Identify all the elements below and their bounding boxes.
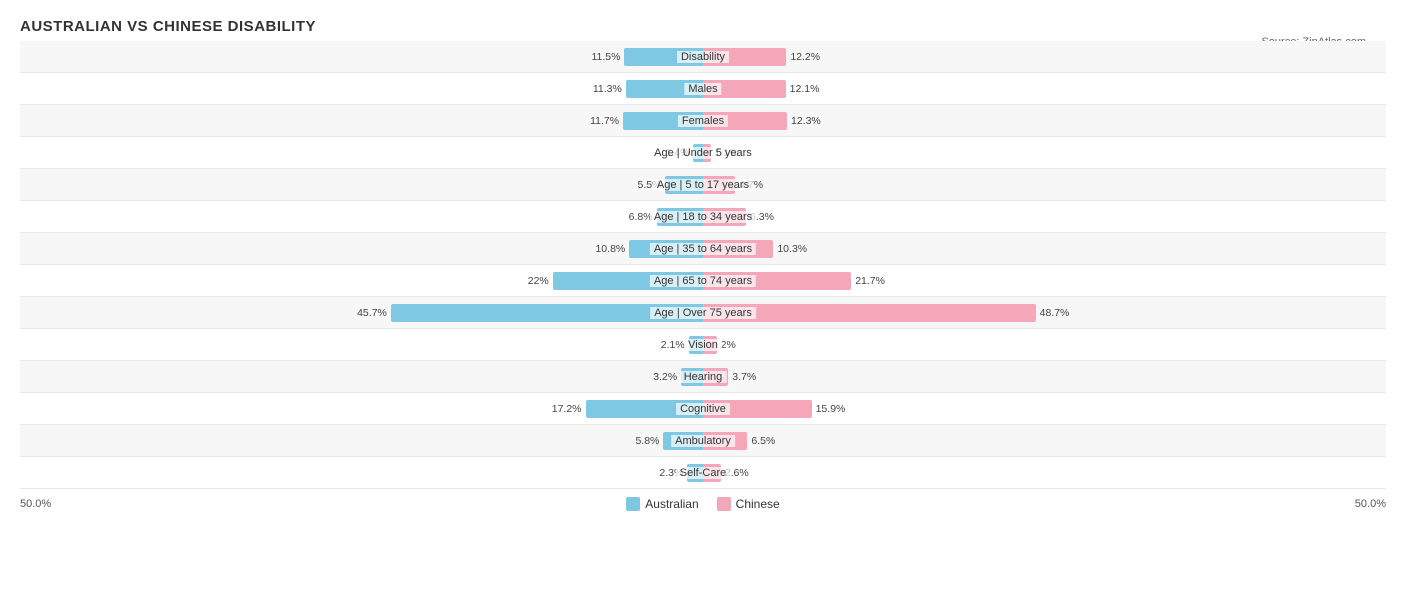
left-side: 11.7% [20, 105, 703, 136]
bar-row: 2.1% Vision 2% [20, 329, 1386, 361]
header-row: AUSTRALIAN VS CHINESE DISABILITY Source:… [20, 18, 1386, 35]
right-side: 2.6% [703, 457, 1386, 488]
bar-label: Self-Care [676, 467, 730, 479]
value-right: 10.3% [777, 243, 807, 255]
value-right: 15.9% [816, 403, 846, 415]
value-left: 17.2% [552, 403, 582, 415]
bar-label: Females [678, 115, 728, 127]
value-right: 2% [721, 339, 736, 351]
left-side: 5.8% [20, 425, 703, 456]
value-left: 45.7% [357, 307, 387, 319]
value-right: 21.7% [855, 275, 885, 287]
bar-label: Age | 65 to 74 years [650, 275, 756, 287]
bar-row: 6.8% Age | 18 to 34 years 6.3% [20, 201, 1386, 233]
bar-row: 11.3% Males 12.1% [20, 73, 1386, 105]
bar-row: 45.7% Age | Over 75 years 48.7% [20, 297, 1386, 329]
bar-label: Age | 5 to 17 years [653, 179, 753, 191]
left-side: 10.8% [20, 233, 703, 264]
value-right: 12.1% [790, 83, 820, 95]
chart-title: AUSTRALIAN VS CHINESE DISABILITY [20, 18, 1386, 35]
value-left: 11.3% [593, 83, 622, 95]
value-right: 3.7% [732, 371, 756, 383]
right-side: 10.3% [703, 233, 1386, 264]
bar-row: 22% Age | 65 to 74 years 21.7% [20, 265, 1386, 297]
value-left: 11.7% [590, 115, 619, 127]
bar-label: Hearing [680, 371, 727, 383]
right-side: 1.1% [703, 137, 1386, 168]
left-side: 22% [20, 265, 703, 296]
bar-label: Age | Over 75 years [650, 307, 756, 319]
bar-row: 10.8% Age | 35 to 64 years 10.3% [20, 233, 1386, 265]
value-right: 12.3% [791, 115, 821, 127]
bar-row: 11.5% Disability 12.2% [20, 41, 1386, 73]
bar-label: Vision [684, 339, 722, 351]
legend-box-chinese [717, 497, 731, 511]
left-side: 11.3% [20, 73, 703, 104]
left-side: 11.5% [20, 41, 703, 72]
left-side: 5.5% [20, 169, 703, 200]
footer-scale-left: 50.0% [20, 498, 51, 510]
right-side: 6.5% [703, 425, 1386, 456]
value-left: 22% [528, 275, 549, 287]
bar-row: 3.2% Hearing 3.7% [20, 361, 1386, 393]
bar-label: Age | Under 5 years [650, 147, 756, 159]
bar-row: 17.2% Cognitive 15.9% [20, 393, 1386, 425]
left-side: 17.2% [20, 393, 703, 424]
bar-label: Disability [677, 51, 729, 63]
left-side: 2.1% [20, 329, 703, 360]
left-side: 1.4% [20, 137, 703, 168]
bar-label: Age | 35 to 64 years [650, 243, 756, 255]
right-side: 3.7% [703, 361, 1386, 392]
bar-row: 2.3% Self-Care 2.6% [20, 457, 1386, 489]
right-side: 12.2% [703, 41, 1386, 72]
chart-container: AUSTRALIAN VS CHINESE DISABILITY Source:… [0, 0, 1406, 531]
bar-label: Cognitive [676, 403, 730, 415]
footer-scale-right: 50.0% [1355, 498, 1386, 510]
legend-label-chinese: Chinese [736, 497, 780, 511]
right-side: 4.7% [703, 169, 1386, 200]
value-left: 10.8% [595, 243, 625, 255]
bar-row: 5.5% Age | 5 to 17 years 4.7% [20, 169, 1386, 201]
left-side: 6.8% [20, 201, 703, 232]
value-right: 12.2% [790, 51, 820, 63]
value-left: 3.2% [653, 371, 677, 383]
value-right: 48.7% [1040, 307, 1070, 319]
legend: Australian Chinese [626, 497, 779, 511]
bar-label: Males [684, 83, 721, 95]
bar-label: Ambulatory [671, 435, 735, 447]
legend-label-australian: Australian [645, 497, 698, 511]
value-left: 2.1% [661, 339, 685, 351]
legend-australian: Australian [626, 497, 698, 511]
footer-row: 50.0% Australian Chinese 50.0% [20, 497, 1386, 511]
right-side: 15.9% [703, 393, 1386, 424]
right-side: 12.3% [703, 105, 1386, 136]
bar-row: 5.8% Ambulatory 6.5% [20, 425, 1386, 457]
right-side: 2% [703, 329, 1386, 360]
legend-chinese: Chinese [717, 497, 780, 511]
left-side: 2.3% [20, 457, 703, 488]
value-left: 11.5% [591, 51, 620, 63]
value-right: 6.5% [751, 435, 775, 447]
right-side: 6.3% [703, 201, 1386, 232]
right-side: 48.7% [703, 297, 1386, 328]
left-side: 45.7% [20, 297, 703, 328]
bar-label: Age | 18 to 34 years [650, 211, 756, 223]
left-side: 3.2% [20, 361, 703, 392]
right-side: 21.7% [703, 265, 1386, 296]
bar-row: 1.4% Age | Under 5 years 1.1% [20, 137, 1386, 169]
bar-row: 11.7% Females 12.3% [20, 105, 1386, 137]
right-side: 12.1% [703, 73, 1386, 104]
value-left: 5.8% [635, 435, 659, 447]
chart-area: 11.5% Disability 12.2% 11.3% Males 12.1%… [20, 41, 1386, 489]
legend-box-australian [626, 497, 640, 511]
